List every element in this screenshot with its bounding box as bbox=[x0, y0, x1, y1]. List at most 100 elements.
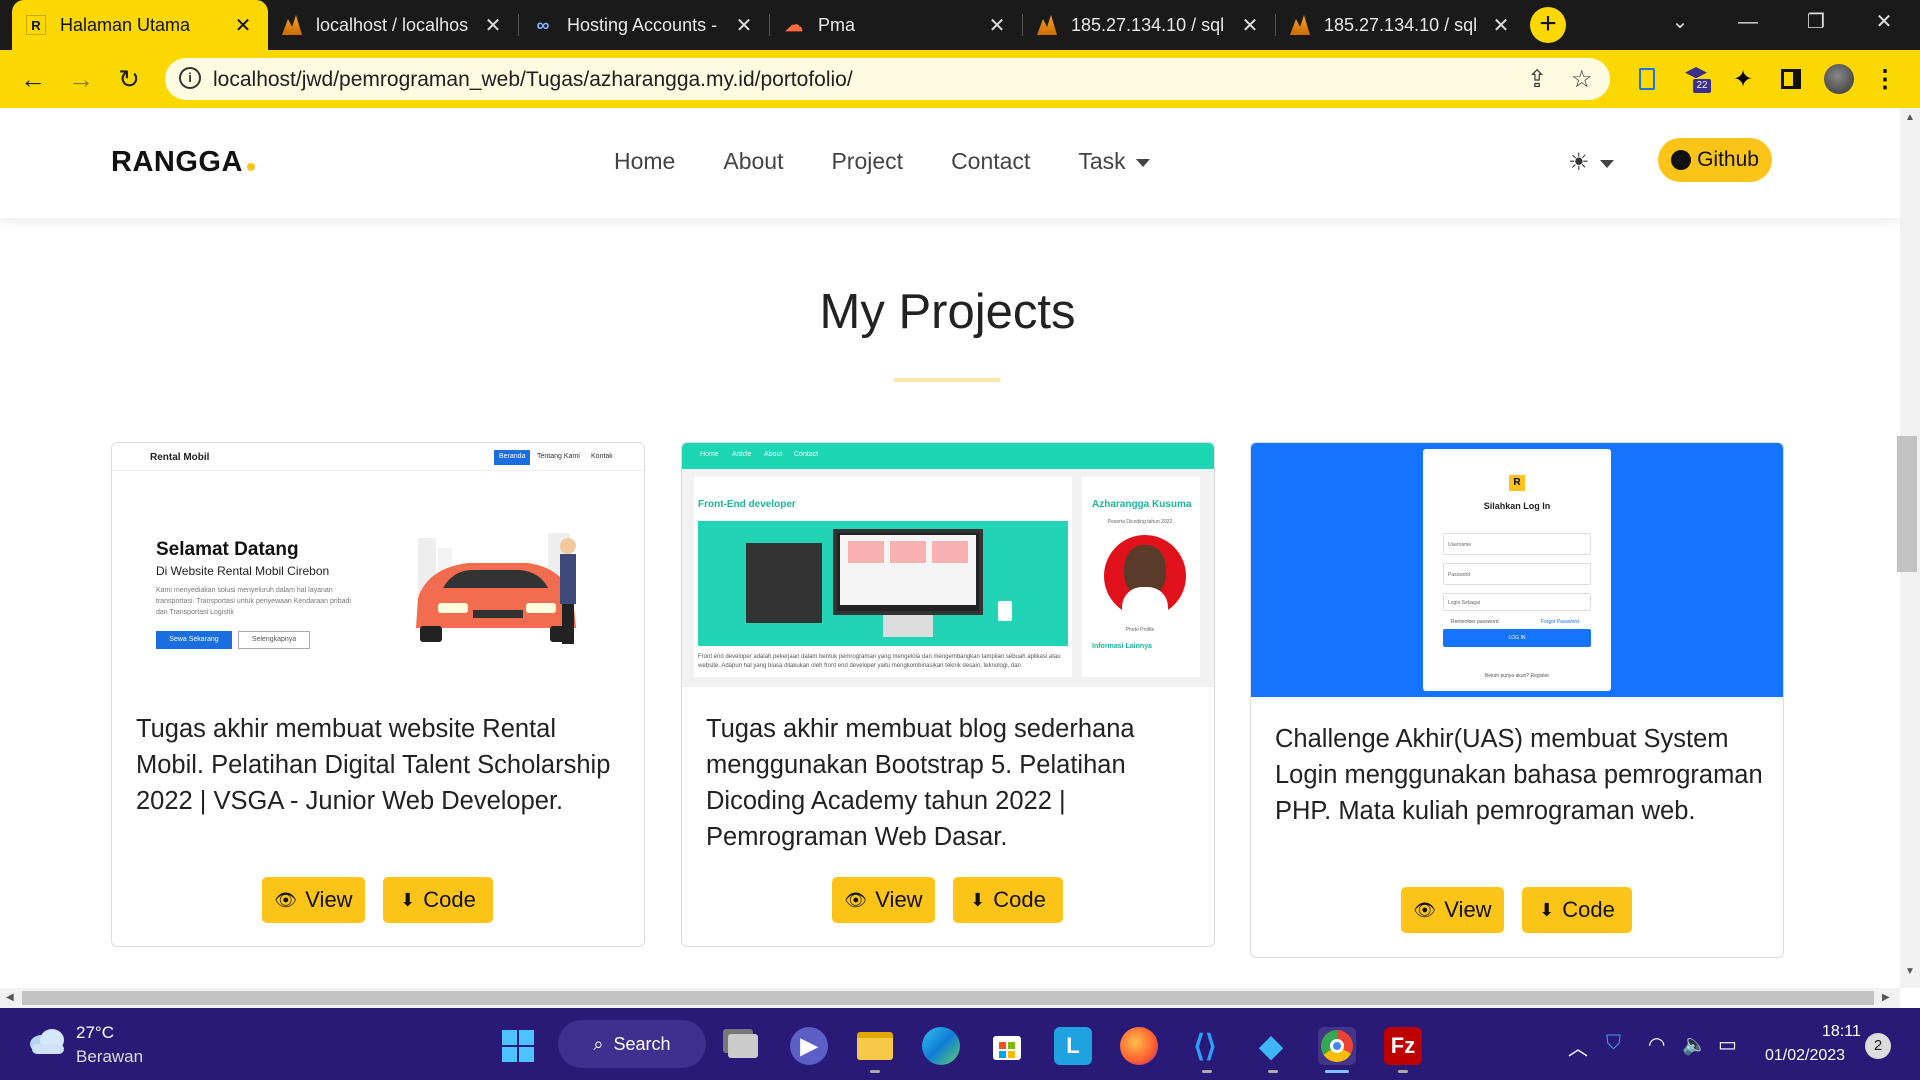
edge-browser-icon[interactable] bbox=[922, 1027, 960, 1065]
nav-contact[interactable]: Contact bbox=[951, 148, 1030, 175]
thumb-paragraph: Front end developer adalah pekerjaan dal… bbox=[698, 654, 1061, 669]
bird-app-icon[interactable]: ◆ bbox=[1252, 1027, 1290, 1065]
running-indicator bbox=[1202, 1070, 1212, 1073]
back-arrow-icon[interactable]: ← bbox=[14, 60, 52, 98]
nav-home[interactable]: Home bbox=[614, 148, 675, 175]
cloud-download-icon: ⬇ bbox=[1539, 899, 1555, 920]
vertical-scrollbar-thumb[interactable] bbox=[1897, 436, 1917, 572]
l-app-icon[interactable]: L bbox=[1054, 1027, 1092, 1065]
firefox-icon[interactable] bbox=[1120, 1027, 1158, 1065]
weather-temperature[interactable]: 27°C bbox=[76, 1023, 114, 1043]
share-icon[interactable]: ⇪ bbox=[1527, 65, 1547, 94]
horizontal-scrollbar-thumb[interactable] bbox=[22, 991, 1874, 1005]
nav-links: Home About Project Contact Task bbox=[614, 148, 1150, 175]
code-button[interactable]: ⬇ Code bbox=[1522, 887, 1632, 933]
site-info-icon[interactable]: i bbox=[179, 67, 201, 89]
vscode-icon[interactable]: ⟨⟩ bbox=[1186, 1027, 1224, 1065]
graduation-cap-extension-icon[interactable]: 22 bbox=[1682, 64, 1712, 94]
login-logo: R bbox=[1509, 475, 1525, 491]
cloud-download-icon: ⬇ bbox=[400, 889, 416, 910]
tray-overflow-chevron-icon[interactable]: ︿ bbox=[1568, 1032, 1588, 1061]
chrome-taskbar-icon[interactable] bbox=[1318, 1027, 1356, 1065]
project-card-blog: Home Article About Contact Front-End dev… bbox=[681, 442, 1215, 947]
tab-sql-1[interactable]: 185.27.134.10 / sql ✕ bbox=[1023, 0, 1275, 50]
scroll-down-arrow-icon[interactable]: ▼ bbox=[1905, 966, 1915, 977]
side-panel-icon[interactable] bbox=[1776, 64, 1806, 94]
clock-time[interactable]: 18:11 bbox=[1822, 1023, 1861, 1041]
tab-sql-2[interactable]: 185.27.134.10 / sql ✕ bbox=[1276, 0, 1526, 50]
github-icon bbox=[1671, 150, 1692, 170]
reading-list-icon[interactable] bbox=[1632, 64, 1662, 94]
view-button[interactable]: 👁 View bbox=[832, 877, 935, 923]
url-text[interactable]: localhost/jwd/pemrograman_web/Tugas/azha… bbox=[213, 68, 853, 92]
bookmark-star-icon[interactable]: ☆ bbox=[1571, 65, 1593, 94]
code-button[interactable]: ⬇ Code bbox=[953, 877, 1063, 923]
scroll-up-arrow-icon[interactable]: ▲ bbox=[1905, 112, 1915, 123]
close-window-button[interactable]: ✕ bbox=[1856, 0, 1912, 44]
login-role-select: Login Sebagai bbox=[1443, 593, 1591, 611]
nav-about[interactable]: About bbox=[723, 148, 783, 175]
notification-badge[interactable]: 2 bbox=[1865, 1033, 1891, 1059]
thumb-nav-item: Beranda bbox=[494, 450, 531, 465]
nav-project[interactable]: Project bbox=[831, 148, 903, 175]
clock-date[interactable]: 01/02/2023 bbox=[1765, 1047, 1845, 1065]
phpmyadmin-icon bbox=[1290, 15, 1310, 35]
chrome-menu-icon[interactable]: ⋮ bbox=[1870, 64, 1900, 94]
login-password-field: Password bbox=[1443, 563, 1591, 585]
battery-icon[interactable]: ▭ bbox=[1718, 1032, 1737, 1057]
teams-chat-icon[interactable]: ▶ bbox=[790, 1027, 828, 1065]
close-tab-icon[interactable]: ✕ bbox=[733, 13, 755, 38]
tab-pma[interactable]: ☁ Pma ✕ bbox=[770, 0, 1022, 50]
filezilla-icon[interactable]: Fz bbox=[1384, 1027, 1422, 1065]
scroll-left-arrow-icon[interactable]: ◀ bbox=[6, 992, 14, 1003]
new-tab-button[interactable]: + bbox=[1530, 7, 1566, 43]
microsoft-store-icon[interactable] bbox=[988, 1027, 1026, 1065]
thumb-nav-item: About bbox=[764, 451, 783, 458]
login-remember: Remember password bbox=[1451, 619, 1499, 625]
reload-icon[interactable]: ↻ bbox=[110, 60, 148, 98]
extensions-puzzle-icon[interactable]: ✦ bbox=[1728, 64, 1758, 94]
wifi-icon[interactable]: ◠ bbox=[1648, 1032, 1665, 1057]
search-icon: ⌕ bbox=[593, 1033, 604, 1054]
thumb-navbar: Home Article About Contact bbox=[682, 443, 1214, 469]
restore-button[interactable]: ❐ bbox=[1788, 0, 1844, 44]
tab-halaman-utama[interactable]: R Halaman Utama ✕ bbox=[12, 0, 268, 50]
close-tab-icon[interactable]: ✕ bbox=[986, 13, 1008, 38]
task-view-icon[interactable] bbox=[724, 1027, 762, 1065]
volume-icon[interactable]: 🔈 bbox=[1682, 1032, 1707, 1057]
tab-hosting-accounts[interactable]: ∞ Hosting Accounts - ✕ bbox=[519, 0, 769, 50]
tab-localhost[interactable]: localhost / localhos ✕ bbox=[268, 0, 518, 50]
minimize-button[interactable]: — bbox=[1720, 0, 1776, 44]
thumb-nav-item: Kontak bbox=[591, 453, 613, 460]
github-button[interactable]: Github bbox=[1658, 138, 1772, 182]
extension-badge: 22 bbox=[1693, 79, 1711, 93]
windows-start-icon[interactable] bbox=[499, 1027, 537, 1065]
taskbar-search[interactable]: ⌕ Search bbox=[558, 1020, 706, 1068]
code-button[interactable]: ⬇ Code bbox=[383, 877, 493, 923]
security-shield-icon[interactable]: ⛉ bbox=[1606, 1032, 1621, 1055]
close-tab-icon[interactable]: ✕ bbox=[1490, 13, 1512, 38]
file-explorer-icon[interactable] bbox=[856, 1027, 894, 1065]
close-tab-icon[interactable]: ✕ bbox=[1239, 13, 1261, 38]
theme-toggle[interactable]: ☀ bbox=[1568, 148, 1614, 177]
login-form-preview: R Silahkan Log In Username Password Logi… bbox=[1423, 449, 1611, 691]
view-button[interactable]: 👁 View bbox=[1401, 887, 1504, 933]
windows-taskbar bbox=[0, 1008, 1920, 1080]
project-description: Challenge Akhir(UAS) membuat System Logi… bbox=[1275, 725, 1763, 825]
forward-arrow-icon[interactable]: → bbox=[62, 60, 100, 98]
tab-search-icon[interactable]: ⌄ bbox=[1652, 0, 1708, 44]
cloud-weather-icon[interactable] bbox=[28, 1028, 66, 1054]
section-title: My Projects bbox=[819, 285, 1076, 339]
weather-description[interactable]: Berawan bbox=[76, 1047, 143, 1067]
profile-avatar[interactable] bbox=[1824, 64, 1854, 94]
view-button[interactable]: 👁 View bbox=[262, 877, 365, 923]
address-bar[interactable]: i localhost/jwd/pemrograman_web/Tugas/az… bbox=[165, 58, 1610, 100]
tab-title: 185.27.134.10 / sql bbox=[1324, 14, 1478, 35]
chevron-down-icon bbox=[1135, 158, 1150, 167]
nav-task-dropdown[interactable]: Task bbox=[1078, 148, 1150, 175]
site-brand[interactable]: RANGGA bbox=[111, 146, 255, 179]
scroll-right-arrow-icon[interactable]: ▶ bbox=[1882, 992, 1890, 1003]
phpmyadmin-icon bbox=[282, 15, 302, 35]
close-tab-icon[interactable]: ✕ bbox=[482, 13, 504, 38]
close-tab-icon[interactable]: ✕ bbox=[232, 13, 254, 38]
